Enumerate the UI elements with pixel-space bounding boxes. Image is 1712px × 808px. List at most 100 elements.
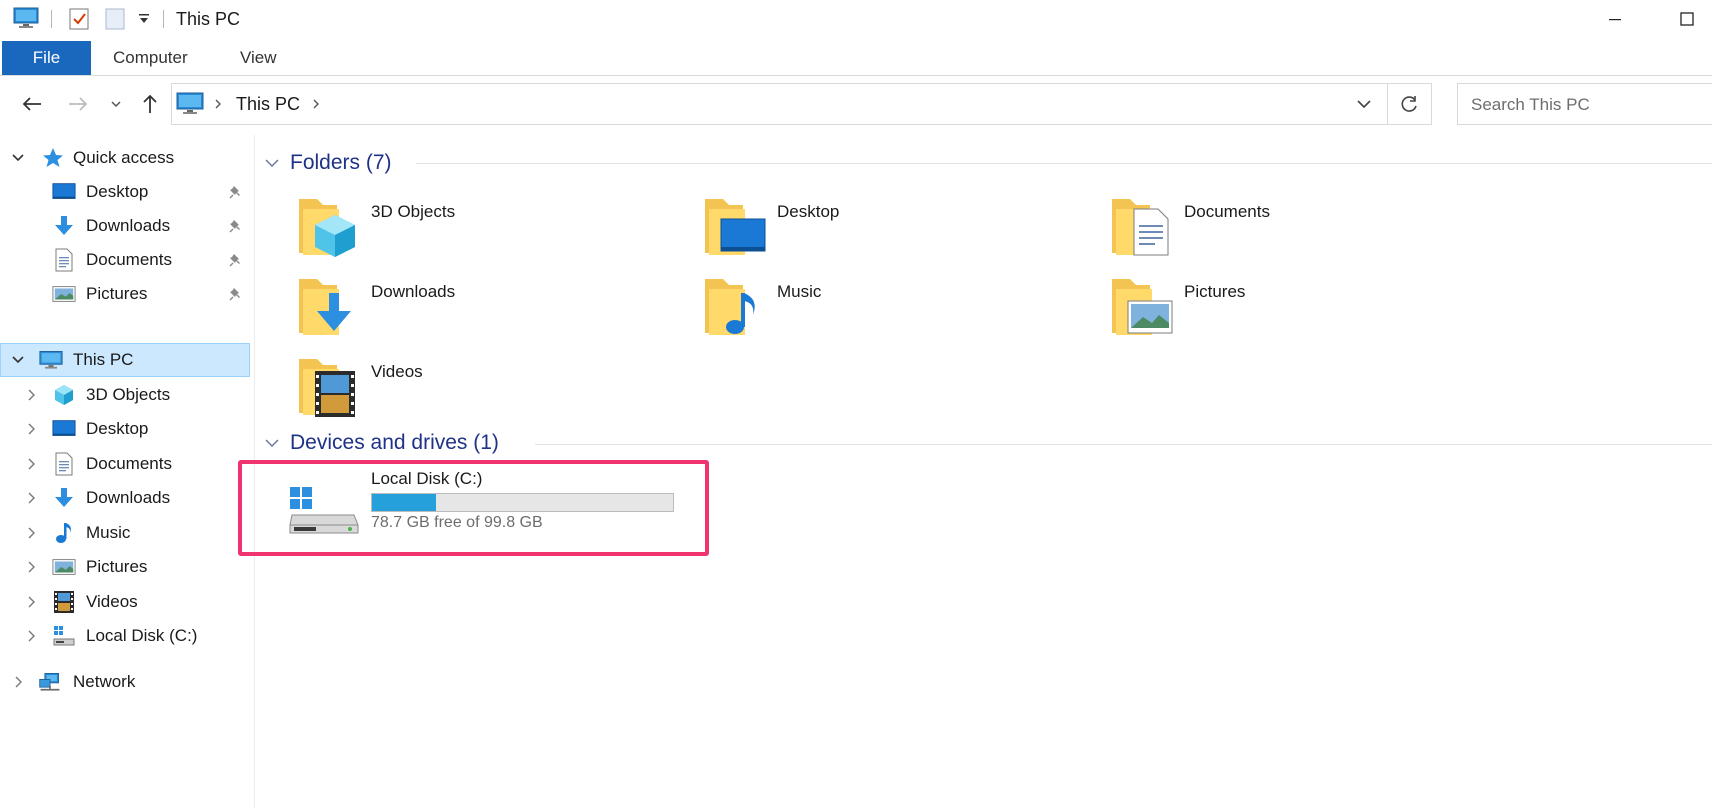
sidebar-item-quick-desktop[interactable]: Desktop — [0, 175, 250, 209]
sidebar-item-3d-objects[interactable]: 3D Objects — [0, 378, 250, 412]
chevron-down-icon[interactable] — [264, 156, 280, 175]
up-button[interactable] — [136, 88, 164, 120]
chevron-right-icon[interactable] — [24, 560, 38, 574]
videos-folder-icon — [299, 353, 363, 421]
pin-icon[interactable] — [228, 218, 244, 234]
sidebar-item-quick-documents[interactable]: Documents — [0, 243, 250, 277]
breadcrumb-chevron-icon[interactable] — [310, 97, 322, 116]
folder-label: Pictures — [1184, 282, 1246, 301]
hard-drive-icon — [288, 485, 360, 540]
search-input[interactable]: Search This PC — [1471, 95, 1590, 115]
chevron-right-icon[interactable] — [24, 422, 38, 436]
sidebar-item-quick-pictures[interactable]: Pictures — [0, 277, 250, 311]
folder-label: Downloads — [371, 282, 456, 301]
maximize-button[interactable] — [1664, 0, 1710, 38]
customize-toolbar-chevron-icon[interactable] — [137, 12, 151, 31]
documents-icon — [52, 248, 76, 272]
chevron-right-icon[interactable] — [24, 491, 38, 505]
sidebar-item-this-pc[interactable]: This PC — [0, 343, 250, 377]
sidebar-item-pictures[interactable]: Pictures — [0, 550, 250, 584]
downloads-icon — [52, 214, 76, 238]
sidebar-item-documents[interactable]: Documents — [0, 447, 250, 481]
sidebar-item-videos[interactable]: Videos — [0, 585, 250, 619]
folder-tile-3d-objects[interactable]: 3D Objects — [299, 193, 679, 265]
desktop-icon — [52, 417, 76, 441]
sidebar-item-label: Desktop — [86, 182, 149, 201]
pin-icon[interactable] — [228, 252, 244, 268]
recent-locations-button[interactable] — [106, 88, 126, 120]
folder-tile-pictures[interactable]: Pictures — [1112, 273, 1492, 345]
downloads-folder-icon — [299, 273, 363, 341]
music-icon — [52, 521, 76, 545]
sidebar-item-quick-access[interactable]: Quick access — [0, 141, 250, 175]
minimize-button[interactable] — [1592, 0, 1638, 38]
folder-tile-documents[interactable]: Documents — [1112, 193, 1492, 265]
window-title: This PC — [176, 9, 241, 29]
folder-label: Music — [777, 282, 822, 301]
chevron-right-icon[interactable] — [24, 388, 38, 402]
chevron-right-icon[interactable] — [24, 595, 38, 609]
chevron-down-icon[interactable] — [11, 353, 25, 367]
videos-icon — [52, 590, 76, 614]
group-title: Devices and drives (1) — [290, 431, 499, 454]
tab-computer[interactable]: Computer — [113, 41, 188, 75]
chevron-right-icon[interactable] — [24, 457, 38, 471]
sidebar-item-music[interactable]: Music — [0, 516, 250, 550]
sidebar-item-label: Network — [73, 672, 136, 691]
folder-tile-downloads[interactable]: Downloads — [299, 273, 679, 345]
group-divider — [535, 444, 1712, 445]
breadcrumb-chevron-icon[interactable] — [212, 97, 224, 116]
downloads-icon — [52, 486, 76, 510]
sidebar-item-network[interactable]: Network — [0, 665, 250, 699]
sidebar-item-label: Videos — [86, 592, 138, 611]
chevron-down-icon[interactable] — [11, 151, 25, 165]
sidebar-item-label: Music — [86, 523, 131, 542]
sidebar-item-label: Local Disk (C:) — [86, 626, 198, 645]
search-box[interactable]: Search This PC — [1457, 83, 1712, 125]
local-disk-icon — [52, 624, 76, 648]
sidebar-item-label: Documents — [86, 250, 172, 269]
new-folder-icon[interactable] — [104, 7, 126, 36]
address-history-chevron-down-icon[interactable] — [1355, 97, 1373, 116]
arrow-right-icon — [69, 97, 88, 111]
folder-tile-music[interactable]: Music — [705, 273, 1085, 345]
desktop-icon — [52, 180, 76, 204]
pin-icon[interactable] — [228, 286, 244, 302]
sidebar-item-quick-downloads[interactable]: Downloads — [0, 209, 250, 243]
folder-tile-desktop[interactable]: Desktop — [705, 193, 1085, 265]
sidebar-item-desktop[interactable]: Desktop — [0, 412, 250, 446]
arrow-left-icon — [22, 97, 41, 111]
address-bar[interactable]: This PC — [171, 83, 1388, 125]
pin-icon[interactable] — [228, 184, 244, 200]
sidebar-item-downloads[interactable]: Downloads — [0, 481, 250, 515]
chevron-right-icon[interactable] — [24, 526, 38, 540]
chevron-down-icon[interactable] — [264, 436, 280, 455]
sidebar-item-label: Downloads — [86, 488, 171, 507]
documents-folder-icon — [1112, 193, 1176, 261]
tab-file[interactable]: File — [2, 41, 91, 75]
chevron-right-icon[interactable] — [11, 675, 25, 689]
sidebar-item-label: Downloads — [86, 216, 171, 235]
navigation-pane: Quick access Desktop Downloads Documents — [0, 135, 255, 808]
pictures-icon — [52, 555, 76, 579]
forward-button[interactable] — [62, 88, 94, 120]
this-pc-icon — [13, 7, 39, 34]
drive-free-space: 78.7 GB free of 99.8 GB — [371, 514, 543, 531]
title-separator — [163, 10, 164, 28]
drive-tile-local-disk[interactable]: Local Disk (C:) 78.7 GB free of 99.8 GB — [286, 467, 706, 551]
properties-icon[interactable] — [68, 7, 90, 36]
drives-group-header[interactable]: Devices and drives (1) — [264, 428, 1704, 458]
back-button[interactable] — [16, 88, 48, 120]
chevron-right-icon[interactable] — [24, 629, 38, 643]
3d-objects-icon — [52, 383, 76, 407]
this-pc-icon — [176, 92, 204, 121]
tab-view[interactable]: View — [240, 41, 277, 75]
folder-tile-videos[interactable]: Videos — [299, 353, 679, 425]
refresh-button[interactable] — [1388, 83, 1432, 125]
breadcrumb-this-pc[interactable]: This PC — [236, 94, 300, 115]
folder-label: Desktop — [777, 202, 840, 221]
music-folder-icon — [705, 273, 769, 341]
sidebar-item-local-disk[interactable]: Local Disk (C:) — [0, 619, 250, 653]
folder-label: 3D Objects — [371, 202, 456, 221]
3d-objects-folder-icon — [299, 193, 363, 261]
